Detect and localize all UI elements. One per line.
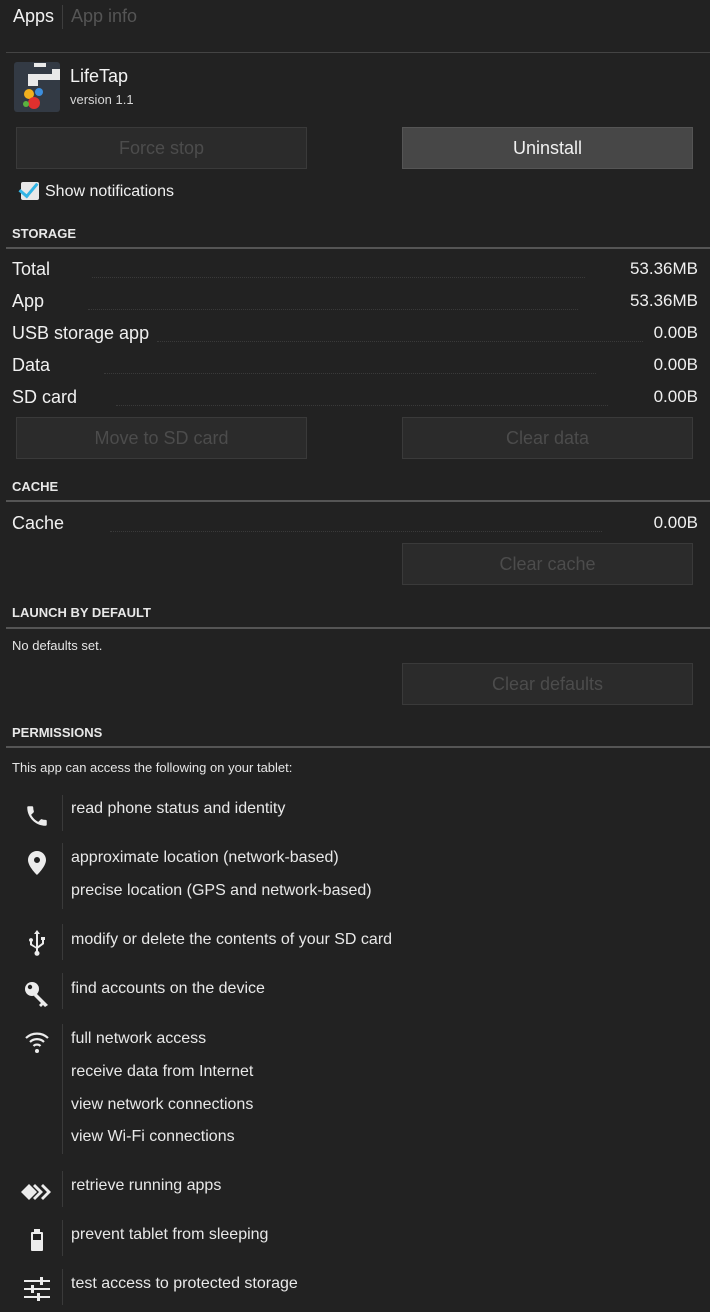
permission-item: view Wi-Fi connections xyxy=(71,1128,235,1145)
breadcrumb: Apps App info xyxy=(0,0,710,34)
permissions-intro: This app can access the following on you… xyxy=(12,760,293,775)
key-icon xyxy=(18,979,56,1009)
location-pin-icon xyxy=(18,848,56,878)
force-stop-button[interactable]: Force stop xyxy=(16,127,307,169)
storage-row-usb: USB storage app 0.00B xyxy=(12,321,698,347)
storage-row-app: App 53.36MB xyxy=(12,289,698,315)
breadcrumb-apps-link[interactable]: Apps xyxy=(13,6,54,27)
cache-divider xyxy=(6,500,710,502)
row-leader xyxy=(92,277,585,278)
row-leader xyxy=(110,531,602,532)
permission-item: view network connections xyxy=(71,1096,254,1113)
cache-row: Cache 0.00B xyxy=(12,511,698,537)
battery-icon xyxy=(18,1225,56,1255)
phone-icon xyxy=(18,801,56,831)
show-notifications-label: Show notifications xyxy=(45,183,174,200)
cache-row-value: 0.00B xyxy=(653,513,698,532)
storage-row-value: 53.36MB xyxy=(629,259,698,278)
cache-row-label: Cache xyxy=(12,513,65,533)
permission-divider xyxy=(62,1171,63,1207)
permission-item: modify or delete the contents of your SD… xyxy=(71,931,393,948)
permission-divider xyxy=(62,924,63,960)
show-notifications-checkbox[interactable] xyxy=(21,182,39,200)
clear-data-button[interactable]: Clear data xyxy=(402,417,693,459)
storage-row-value: 0.00B xyxy=(653,387,698,406)
row-leader xyxy=(88,309,578,310)
row-leader xyxy=(104,373,596,374)
storage-row-value: 53.36MB xyxy=(629,291,698,310)
permission-item: receive data from Internet xyxy=(71,1063,254,1080)
permissions-divider xyxy=(6,746,710,748)
permission-divider xyxy=(62,1269,63,1305)
permission-item: read phone status and identity xyxy=(71,800,286,817)
clear-cache-button[interactable]: Clear cache xyxy=(402,543,693,585)
permission-item: precise location (GPS and network-based) xyxy=(71,882,372,899)
permission-item: full network access xyxy=(71,1030,207,1047)
breadcrumb-divider xyxy=(62,5,63,29)
clear-defaults-button[interactable]: Clear defaults xyxy=(402,663,693,705)
cache-heading: CACHE xyxy=(12,479,59,494)
app-icon xyxy=(14,62,60,112)
launch-by-default-heading: LAUNCH BY DEFAULT xyxy=(12,605,151,620)
storage-row-label: App xyxy=(12,291,45,311)
row-leader xyxy=(116,405,608,406)
permission-item: test access to protected storage xyxy=(71,1275,298,1292)
permission-divider xyxy=(62,795,63,831)
storage-heading: STORAGE xyxy=(12,226,77,241)
storage-row-label: Data xyxy=(12,355,51,375)
storage-row-label: SD card xyxy=(12,387,78,407)
storage-row-label: Total xyxy=(12,259,51,279)
storage-divider xyxy=(6,247,710,249)
permission-divider xyxy=(62,973,63,1009)
running-apps-icon xyxy=(18,1177,56,1207)
launch-divider xyxy=(6,627,710,629)
storage-row-total: Total 53.36MB xyxy=(12,257,698,283)
app-name: LifeTap xyxy=(70,66,129,86)
permission-divider xyxy=(62,843,63,909)
permission-item: prevent tablet from sleeping xyxy=(71,1226,269,1243)
breadcrumb-current: App info xyxy=(71,6,138,26)
storage-row-label: USB storage app xyxy=(12,323,150,343)
storage-row-value: 0.00B xyxy=(653,355,698,374)
permissions-heading: PERMISSIONS xyxy=(12,725,103,740)
app-version: version 1.1 xyxy=(70,92,134,107)
permission-divider xyxy=(62,1024,63,1154)
storage-row-sd-card: SD card 0.00B xyxy=(12,385,698,411)
permission-divider xyxy=(62,1220,63,1256)
header-divider xyxy=(6,52,710,53)
move-to-sd-card-button[interactable]: Move to SD card xyxy=(16,417,307,459)
permission-item: find accounts on the device xyxy=(71,980,265,997)
permission-item: approximate location (network-based) xyxy=(71,849,339,866)
usb-icon xyxy=(18,928,56,958)
no-defaults-text: No defaults set. xyxy=(12,638,103,653)
row-leader xyxy=(157,341,643,342)
permission-item: retrieve running apps xyxy=(71,1177,222,1194)
storage-row-data: Data 0.00B xyxy=(12,353,698,379)
wifi-icon xyxy=(18,1028,56,1058)
storage-row-value: 0.00B xyxy=(653,323,698,342)
sliders-icon xyxy=(18,1274,56,1304)
uninstall-button[interactable]: Uninstall xyxy=(402,127,693,169)
